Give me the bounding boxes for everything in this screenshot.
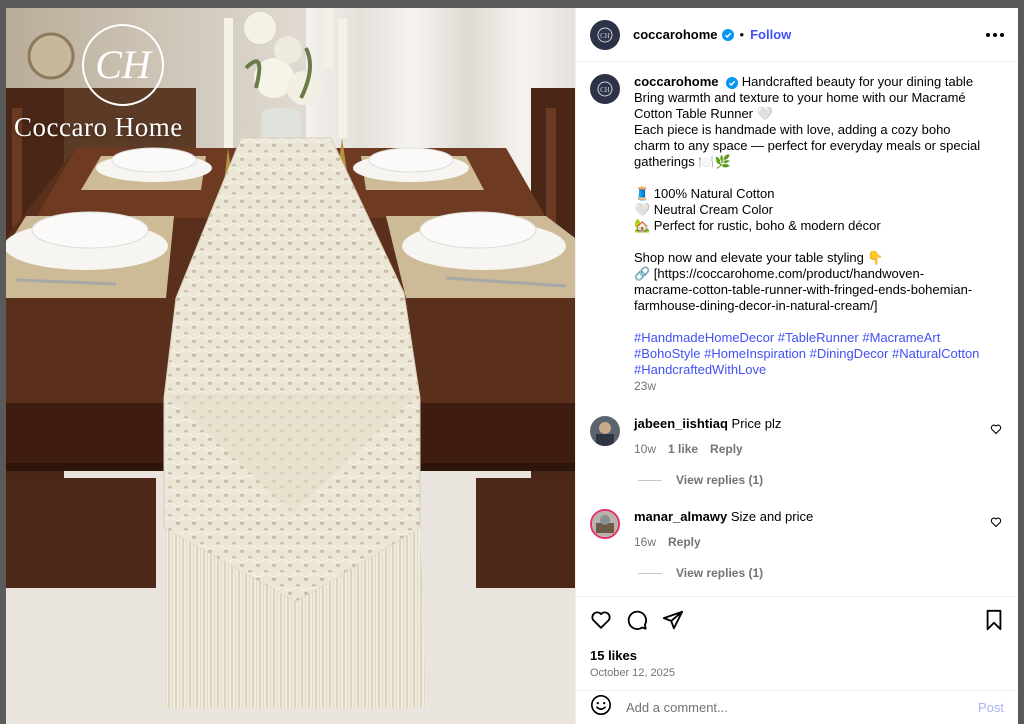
comment-item: jabeen_iishtiaq Price plz 10w 1 like Rep… [590, 416, 1004, 457]
post-photo: CH Coccaro Home [6, 8, 575, 724]
post-side-panel: CH coccarohome • Follow CH coccarohome H… [575, 8, 1018, 724]
likes-count[interactable]: 15 likes [590, 648, 1004, 663]
brand-logo-icon: CH [82, 24, 164, 106]
caption-text: coccarohome Handcrafted beauty for your … [634, 74, 982, 394]
caption-time[interactable]: 23w [634, 378, 982, 394]
post-modal: CH Coccaro Home CH coccarohome • Follow [6, 8, 1018, 724]
caption-line-3: Each piece is handmade with love, adding… [634, 122, 981, 169]
like-comment-heart-icon[interactable] [990, 422, 1002, 440]
post-date[interactable]: October 12, 2025 [590, 667, 1004, 679]
comment-input[interactable] [626, 700, 978, 715]
verified-badge-icon [726, 76, 739, 89]
more-options-icon[interactable] [986, 27, 1004, 43]
caption-line-1: Handcrafted beauty for your dining table [741, 74, 974, 89]
reply-button[interactable]: Reply [668, 534, 701, 550]
comment-username[interactable]: jabeen_iishtiaq [634, 416, 728, 431]
commenter-avatar[interactable] [590, 509, 620, 539]
follow-button[interactable]: Follow [750, 27, 791, 42]
verified-badge-icon [721, 28, 734, 41]
like-heart-icon[interactable] [590, 609, 612, 636]
caption-bullet-2: 🤍 Neutral Cream Color [634, 202, 774, 217]
share-send-icon[interactable] [662, 609, 684, 636]
comment-likes[interactable]: 1 like [668, 441, 698, 457]
brand-avatar-icon: CH [597, 27, 613, 42]
caption-hashtags[interactable]: #HandmadeHomeDecor #TableRunner #Macrame… [634, 330, 982, 378]
add-comment-bar: Post [576, 690, 1018, 724]
caption-line-2: Bring warmth and texture to your home wi… [634, 90, 966, 121]
svg-text:CH: CH [95, 42, 153, 87]
comment-item: manar_almawy Size and price 16w Reply [590, 509, 1004, 550]
header-username[interactable]: coccarohome [633, 27, 718, 42]
svg-text:CH: CH [600, 86, 610, 94]
brand-watermark: Coccaro Home [14, 112, 183, 142]
separator-dot: • [739, 27, 745, 42]
caption: CH coccarohome Handcrafted beauty for yo… [590, 74, 1004, 394]
post-actions: 15 likes October 12, 2025 [576, 596, 1018, 690]
save-bookmark-icon[interactable] [984, 609, 1004, 636]
commenter-avatar[interactable] [590, 416, 620, 446]
view-replies-label: View replies (1) [676, 473, 764, 487]
caption-bullet-1: 🧵 100% Natural Cotton [634, 186, 775, 201]
comment-text: Size and price [730, 509, 814, 524]
caption-username[interactable]: coccarohome [634, 74, 719, 89]
comment-username[interactable]: manar_almawy [634, 509, 727, 524]
view-replies-button[interactable]: View replies (1) [638, 473, 1004, 487]
caption-avatar[interactable]: CH [590, 74, 620, 104]
reply-button[interactable]: Reply [710, 441, 743, 457]
comment-time[interactable]: 10w [634, 441, 656, 457]
view-replies-button[interactable]: View replies (1) [638, 566, 1004, 580]
comment-text: Price plz [731, 416, 782, 431]
post-comment-button[interactable]: Post [978, 700, 1004, 715]
emoji-icon[interactable] [590, 694, 612, 721]
profile-avatar[interactable]: CH [590, 19, 620, 50]
caption-bullet-3: 🏡 Perfect for rustic, boho & modern déco… [634, 218, 881, 233]
post-header: CH coccarohome • Follow [576, 8, 1018, 62]
caption-link[interactable]: 🔗 [https://coccarohome.com/product/handw… [634, 266, 982, 314]
comment-bubble-icon[interactable] [626, 609, 648, 636]
brand-avatar-icon: CH [597, 81, 613, 97]
comment-time[interactable]: 16w [634, 534, 656, 550]
like-comment-heart-icon[interactable] [990, 515, 1002, 533]
comments-scroll-area[interactable]: CH coccarohome Handcrafted beauty for yo… [576, 62, 1018, 596]
caption-shop: Shop now and elevate your table styling … [634, 250, 884, 265]
svg-text:CH: CH [600, 32, 610, 40]
view-replies-label: View replies (1) [676, 566, 764, 580]
